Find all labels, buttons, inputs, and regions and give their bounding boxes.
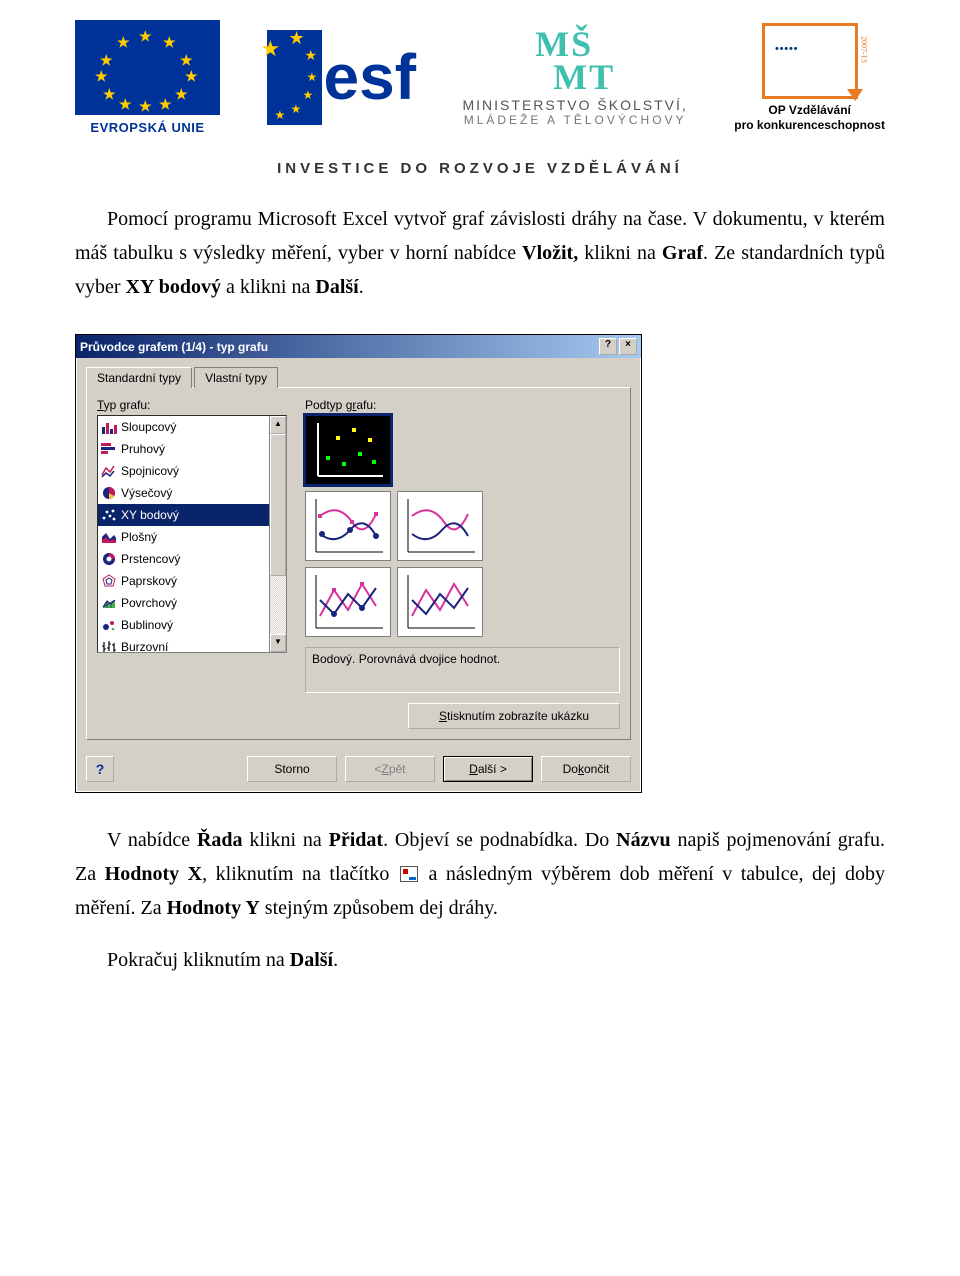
chart-type-label: Výsečový (121, 486, 172, 500)
subtype-scatter-lines-markers[interactable] (305, 567, 391, 637)
chart-type-label: Povrchový (121, 596, 177, 610)
chart-type-item[interactable]: Pruhový (98, 438, 269, 460)
logo-row: ★ ★ ★ ★ ★ ★ ★ ★ ★ ★ ★ ★ EVROPSKÁ UNIE ★ … (75, 20, 885, 135)
esf-flag-icon: ★ ★ ★ ★ ★ ★ ★ (267, 30, 322, 125)
chart-type-item[interactable]: Burzovní (98, 636, 269, 652)
chart-type-label: XY bodový (121, 508, 179, 522)
op-logo: ····· 2007-13 OP Vzdělávání pro konkuren… (734, 23, 885, 132)
chart-type-icon (101, 441, 117, 457)
chart-type-item[interactable]: Plošný (98, 526, 269, 548)
msmt-monogram-icon: MŠ MT (535, 28, 615, 93)
chart-type-icon (101, 595, 117, 611)
subtype-scatter-smooth-markers[interactable] (305, 491, 391, 561)
subtype-description: Bodový. Porovnává dvojice hodnot. (305, 647, 620, 693)
msmt-logo: MŠ MT MINISTERSTVO ŠKOLSTVÍ, MLÁDEŽE A T… (463, 28, 688, 127)
help-button[interactable]: ? (86, 756, 114, 782)
chart-type-item[interactable]: XY bodový (98, 504, 269, 526)
scroll-thumb[interactable] (270, 434, 286, 576)
esf-text-icon: esf (324, 52, 417, 103)
paragraph-2: V nabídce Řada klikni na Přidat. Objeví … (75, 823, 885, 925)
esf-logo: ★ ★ ★ ★ ★ ★ ★ esf (267, 30, 417, 125)
titlebar: Průvodce grafem (1/4) - typ grafu ? × (76, 335, 641, 358)
eu-label: EVROPSKÁ UNIE (90, 120, 204, 135)
eu-flag-icon: ★ ★ ★ ★ ★ ★ ★ ★ ★ ★ ★ ★ (75, 20, 220, 115)
subtype-scatter[interactable] (305, 415, 391, 485)
chart-type-label: Bublinový (121, 618, 173, 632)
chart-type-item[interactable]: Bublinový (98, 614, 269, 636)
paragraph-3: Pokračuj kliknutím na Další. (75, 943, 885, 977)
tab-standard-types[interactable]: Standardní typy (86, 367, 192, 388)
dialog-title: Průvodce grafem (1/4) - typ grafu (80, 340, 268, 354)
chart-type-icon (101, 639, 117, 652)
chart-type-item[interactable]: Paprskový (98, 570, 269, 592)
chart-type-item[interactable]: Výsečový (98, 482, 269, 504)
chart-type-item[interactable]: Spojnicový (98, 460, 269, 482)
op-dots-icon: ····· (773, 34, 796, 64)
cancel-button[interactable]: Storno (247, 756, 337, 782)
msmt-sub: MLÁDEŽE A TĚLOVÝCHOVY (464, 113, 687, 127)
scroll-down-button[interactable]: ▼ (270, 634, 286, 652)
chart-type-item[interactable]: Povrchový (98, 592, 269, 614)
chart-subtype-grid (305, 415, 620, 637)
eu-logo: ★ ★ ★ ★ ★ ★ ★ ★ ★ ★ ★ ★ EVROPSKÁ UNIE (75, 20, 220, 135)
op-arrow-icon (847, 89, 863, 101)
chart-type-item[interactable]: Sloupcový (98, 416, 269, 438)
chart-type-label: Spojnicový (121, 464, 179, 478)
chart-type-label: Prstencový (121, 552, 180, 566)
subtype-scatter-smooth[interactable] (397, 491, 483, 561)
titlebar-help-button[interactable]: ? (599, 338, 617, 355)
chart-type-icon (101, 419, 117, 435)
scrollbar[interactable]: ▲ ▼ (269, 416, 286, 652)
paragraph-1: Pomocí programu Microsoft Excel vytvoř g… (75, 202, 885, 304)
chart-type-item[interactable]: Prstencový (98, 548, 269, 570)
msmt-title: MINISTERSTVO ŠKOLSTVÍ, (463, 97, 688, 113)
next-button[interactable]: Další > (443, 756, 533, 782)
op-frame-icon: ····· 2007-13 (762, 23, 858, 99)
chart-type-label: Plošný (121, 530, 157, 544)
scroll-up-button[interactable]: ▲ (270, 416, 286, 434)
chart-type-label: Pruhový (121, 442, 165, 456)
finish-button[interactable]: Dokončit (541, 756, 631, 782)
chart-type-icon (101, 463, 117, 479)
chart-type-icon (101, 617, 117, 633)
chart-type-icon (101, 573, 117, 589)
chart-type-icon (101, 507, 117, 523)
subtype-scatter-lines[interactable] (397, 567, 483, 637)
back-button[interactable]: < Zpět (345, 756, 435, 782)
chart-type-icon (101, 551, 117, 567)
chart-wizard-dialog: Průvodce grafem (1/4) - typ grafu ? × St… (75, 334, 642, 793)
chart-type-label: Burzovní (121, 640, 168, 652)
preview-button[interactable]: Stisknutím zobrazíte ukázku (408, 703, 620, 729)
range-picker-icon (400, 866, 418, 882)
titlebar-close-button[interactable]: × (619, 338, 637, 355)
tab-custom-types[interactable]: Vlastní typy (194, 367, 278, 388)
op-title: OP Vzdělávání pro konkurenceschopnost (734, 103, 885, 132)
chart-type-label: Typ grafu: (97, 398, 287, 412)
chart-type-icon (101, 529, 117, 545)
chart-type-list[interactable]: Sloupcový Pruhový Spojnicový Výsečový XY bod… (97, 415, 287, 653)
chart-type-label: Paprskový (121, 574, 177, 588)
chart-type-label: Sloupcový (121, 420, 176, 434)
chart-subtype-label: Podtyp grafu: (305, 398, 620, 412)
op-years: 2007-13 (860, 36, 869, 63)
chart-type-icon (101, 485, 117, 501)
banner-text: INVESTICE DO ROZVOJE VZDĚLÁVÁNÍ (75, 160, 885, 177)
